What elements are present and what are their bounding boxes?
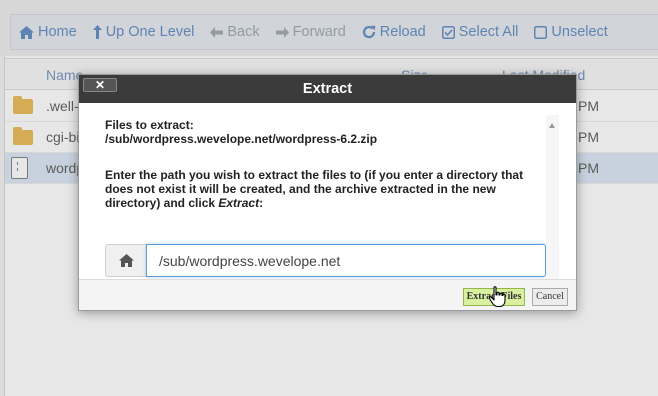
close-button[interactable]: ✕ [83,78,117,92]
files-to-extract-label: Files to extract: [105,118,194,132]
scroll-up-icon[interactable] [549,123,555,128]
extract-path-input[interactable] [146,244,546,277]
dialog-title: Extract [79,75,576,103]
instructions-suffix: : [259,196,264,210]
instructions-line: does not exist it will be created, and t… [105,182,496,196]
dialog-scrollbar[interactable] [546,115,559,293]
instructions-line: Enter the path you wish to extract the f… [105,168,524,182]
dialog-body: Files to extract: /sub/wordpress.wevelop… [79,103,576,293]
extract-dialog: Extract ✕ Files to extract: /sub/wordpre… [78,74,577,311]
path-input-group [105,244,546,278]
home-addon [105,244,147,277]
instructions-line: directory) and click Extract: [105,196,263,210]
instructions-prefix: directory) and click [105,196,219,210]
instructions-emphasis: Extract [218,196,260,210]
hand-cursor-icon [488,286,506,308]
file-path: /sub/wordpress.wevelope.net/wordpress-6.… [105,132,378,146]
cancel-button[interactable]: Cancel [532,288,568,306]
home-icon [119,254,134,267]
